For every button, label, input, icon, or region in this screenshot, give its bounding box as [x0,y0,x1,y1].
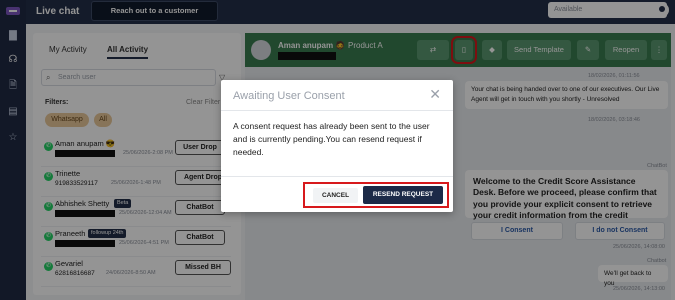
resend-request-button[interactable]: RESEND REQUEST [363,186,443,204]
close-icon[interactable]: ✕ [429,86,441,103]
divider [221,176,453,177]
modal-body: A consent request has already been sent … [233,121,430,158]
divider [221,110,453,111]
consent-modal: Awaiting User Consent ✕ A consent reques… [221,80,453,212]
modal-title: Awaiting User Consent [233,90,345,102]
cancel-button[interactable]: CANCEL [313,188,358,203]
modal-actions: CANCEL RESEND REQUEST [303,182,449,208]
